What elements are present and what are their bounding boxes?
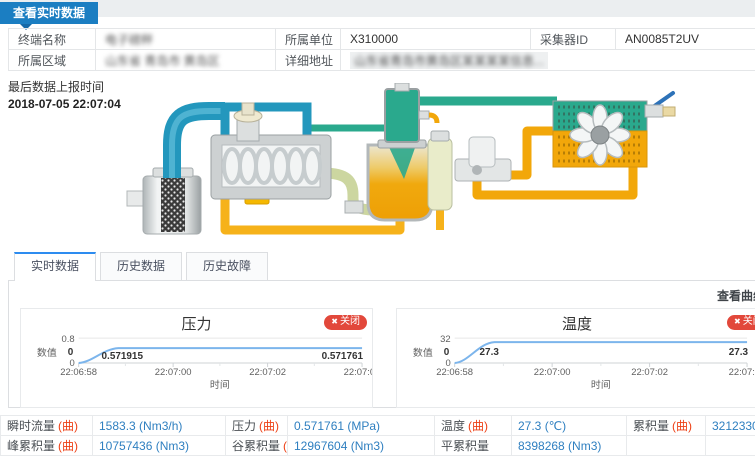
reading-value-cell: 10757436 (Nm3) bbox=[93, 436, 226, 456]
pressure-point-label-last: 0.571761 bbox=[322, 351, 364, 362]
pressure-chart-title: 压力 bbox=[21, 309, 372, 331]
pressure-xtick-1: 22:07:00 bbox=[155, 367, 192, 378]
realtime-panel: 查看曲线 压力 ✖关闭 数值 0.8 0 0 0.571915 0.571761… bbox=[8, 280, 755, 408]
reading-value-cell bbox=[706, 436, 755, 456]
pressure-ytick-top: 0.8 bbox=[62, 334, 75, 345]
region-value: 山东省 青岛市 黄岛区 bbox=[96, 50, 276, 71]
pressure-chart: 压力 ✖关闭 数值 0.8 0 0 0.571915 0.571761 22:0… bbox=[20, 308, 373, 408]
curve-link[interactable]: (曲) bbox=[672, 419, 692, 433]
temperature-xtick-3: 22:07:04 bbox=[729, 367, 755, 378]
oil-cooler-fan bbox=[553, 101, 647, 167]
temperature-xtick-1: 22:07:00 bbox=[534, 367, 571, 378]
temperature-point-label-last: 27.3 bbox=[729, 347, 749, 358]
oil-filter bbox=[428, 131, 452, 210]
temperature-point-label-first: 0 bbox=[444, 347, 450, 358]
address-label: 详细地址 bbox=[276, 50, 341, 71]
temperature-chart-close-button[interactable]: ✖关闭 bbox=[727, 315, 755, 330]
region-label: 所属区域 bbox=[9, 50, 96, 71]
curve-link[interactable]: (曲) bbox=[58, 439, 78, 453]
top-band bbox=[0, 0, 755, 17]
pressure-xtick-3: 22:07:04 bbox=[344, 367, 372, 378]
terminal-name-label: 终端名称 bbox=[9, 29, 96, 50]
collector-id-label: 采集器ID bbox=[531, 29, 616, 50]
fan-icon bbox=[570, 105, 630, 165]
temperature-xtick-2: 22:07:02 bbox=[631, 367, 668, 378]
reading-label-cell: 累积量(曲) bbox=[627, 416, 706, 436]
pressure-xtick-2: 22:07:02 bbox=[249, 367, 286, 378]
pressure-chart-plot: 数值 0.8 0 0 0.571915 0.571761 22:06:58 22… bbox=[21, 331, 372, 408]
curve-link[interactable]: (曲) bbox=[259, 419, 279, 433]
pressure-point-label-first: 0 bbox=[68, 347, 74, 358]
page-title-tab[interactable]: 查看实时数据 bbox=[0, 2, 98, 24]
tab-history-data[interactable]: 历史数据 bbox=[100, 252, 182, 280]
reading-label-cell: 瞬时流量(曲) bbox=[1, 416, 93, 436]
table-row: 峰累积量(曲) 10757436 (Nm3) 谷累积量(曲) 12967604 … bbox=[1, 436, 755, 456]
reading-value-cell: 27.3 (℃) bbox=[512, 416, 627, 436]
tab-history-fault[interactable]: 历史故障 bbox=[186, 252, 268, 280]
reading-label-cell bbox=[627, 436, 706, 456]
pressure-xtick-0: 22:06:58 bbox=[60, 367, 97, 378]
table-row: 瞬时流量(曲) 1583.3 (Nm3/h) 压力(曲) 0.571761 (M… bbox=[1, 416, 755, 436]
data-tabs: 实时数据 历史数据 历史故障 bbox=[14, 252, 268, 281]
unit-label: 所属单位 bbox=[276, 29, 341, 50]
reading-label-cell: 峰累积量(曲) bbox=[1, 436, 93, 456]
temperature-y-axis-name: 数值 bbox=[413, 346, 433, 359]
screw-airend bbox=[211, 135, 331, 199]
pressure-chart-close-button[interactable]: ✖关闭 bbox=[324, 315, 367, 330]
reading-value-cell: 32123308 (Nm3) bbox=[706, 416, 755, 436]
last-report-time-value: 2018-07-05 22:07:04 bbox=[8, 97, 121, 111]
pressure-x-axis-name: 时间 bbox=[210, 378, 230, 391]
temperature-point-label-mid: 27.3 bbox=[480, 347, 500, 358]
close-icon: ✖ bbox=[331, 317, 338, 326]
tab-realtime-data[interactable]: 实时数据 bbox=[14, 252, 96, 281]
discharge-fitting bbox=[345, 201, 363, 213]
curve-link[interactable]: (曲) bbox=[468, 419, 488, 433]
curve-link[interactable]: (曲) bbox=[58, 419, 78, 433]
reading-value-cell: 0.571761 (MPa) bbox=[288, 416, 435, 436]
reading-label-cell: 谷累积量(曲) bbox=[226, 436, 288, 456]
temperature-xtick-0: 22:06:58 bbox=[436, 367, 473, 378]
pressure-point-label-mid: 0.571915 bbox=[102, 351, 144, 362]
readings-table: 瞬时流量(曲) 1583.3 (Nm3/h) 压力(曲) 0.571761 (M… bbox=[0, 415, 755, 456]
reading-label-cell: 压力(曲) bbox=[226, 416, 288, 436]
temperature-ytick-top: 32 bbox=[440, 334, 451, 345]
thermostatic-valve bbox=[455, 137, 511, 181]
pressure-y-axis-name: 数值 bbox=[37, 346, 57, 359]
table-row: 终端名称 电子磅秤 所属单位 X310000 采集器ID AN0085T2UV bbox=[9, 29, 755, 50]
collector-id-value: AN0085T2UV bbox=[616, 29, 755, 50]
compressor-diagram bbox=[125, 83, 705, 251]
curve-link[interactable]: (曲) bbox=[283, 439, 287, 453]
temperature-chart-title: 温度 bbox=[397, 309, 755, 331]
outlet-valve bbox=[645, 93, 675, 117]
view-curve-link[interactable]: 查看曲线 bbox=[717, 287, 755, 304]
last-report-time-label: 最后数据上报时间 bbox=[8, 78, 104, 95]
reading-value-cell: 12967604 (Nm3) bbox=[288, 436, 435, 456]
temperature-chart: 温度 ✖关闭 数值 32 0 0 27.3 27.3 22:06:58 22:0… bbox=[396, 308, 755, 408]
close-icon: ✖ bbox=[734, 317, 741, 326]
reading-label-cell: 温度(曲) bbox=[435, 416, 512, 436]
reading-value-cell: 1583.3 (Nm3/h) bbox=[93, 416, 226, 436]
realtime-data-page: { "header": { "page_tab": "查看实时数据" }, "i… bbox=[0, 0, 755, 472]
unit-value: X310000 bbox=[341, 29, 531, 50]
address-value: 山东省青岛市黄岛区某某某某信息... bbox=[341, 50, 755, 71]
reading-label-cell: 平累积量 bbox=[435, 436, 512, 456]
temperature-x-axis-name: 时间 bbox=[591, 378, 611, 391]
terminal-name-value: 电子磅秤 bbox=[96, 29, 276, 50]
table-row: 所属区域 山东省 青岛市 黄岛区 详细地址 山东省青岛市黄岛区某某某某信息... bbox=[9, 50, 755, 71]
reading-value-cell: 8398268 (Nm3) bbox=[512, 436, 627, 456]
terminal-info-table: 终端名称 电子磅秤 所属单位 X310000 采集器ID AN0085T2UV … bbox=[8, 28, 755, 71]
temperature-chart-plot: 数值 32 0 0 27.3 27.3 22:06:58 22:07:00 22… bbox=[397, 331, 755, 408]
